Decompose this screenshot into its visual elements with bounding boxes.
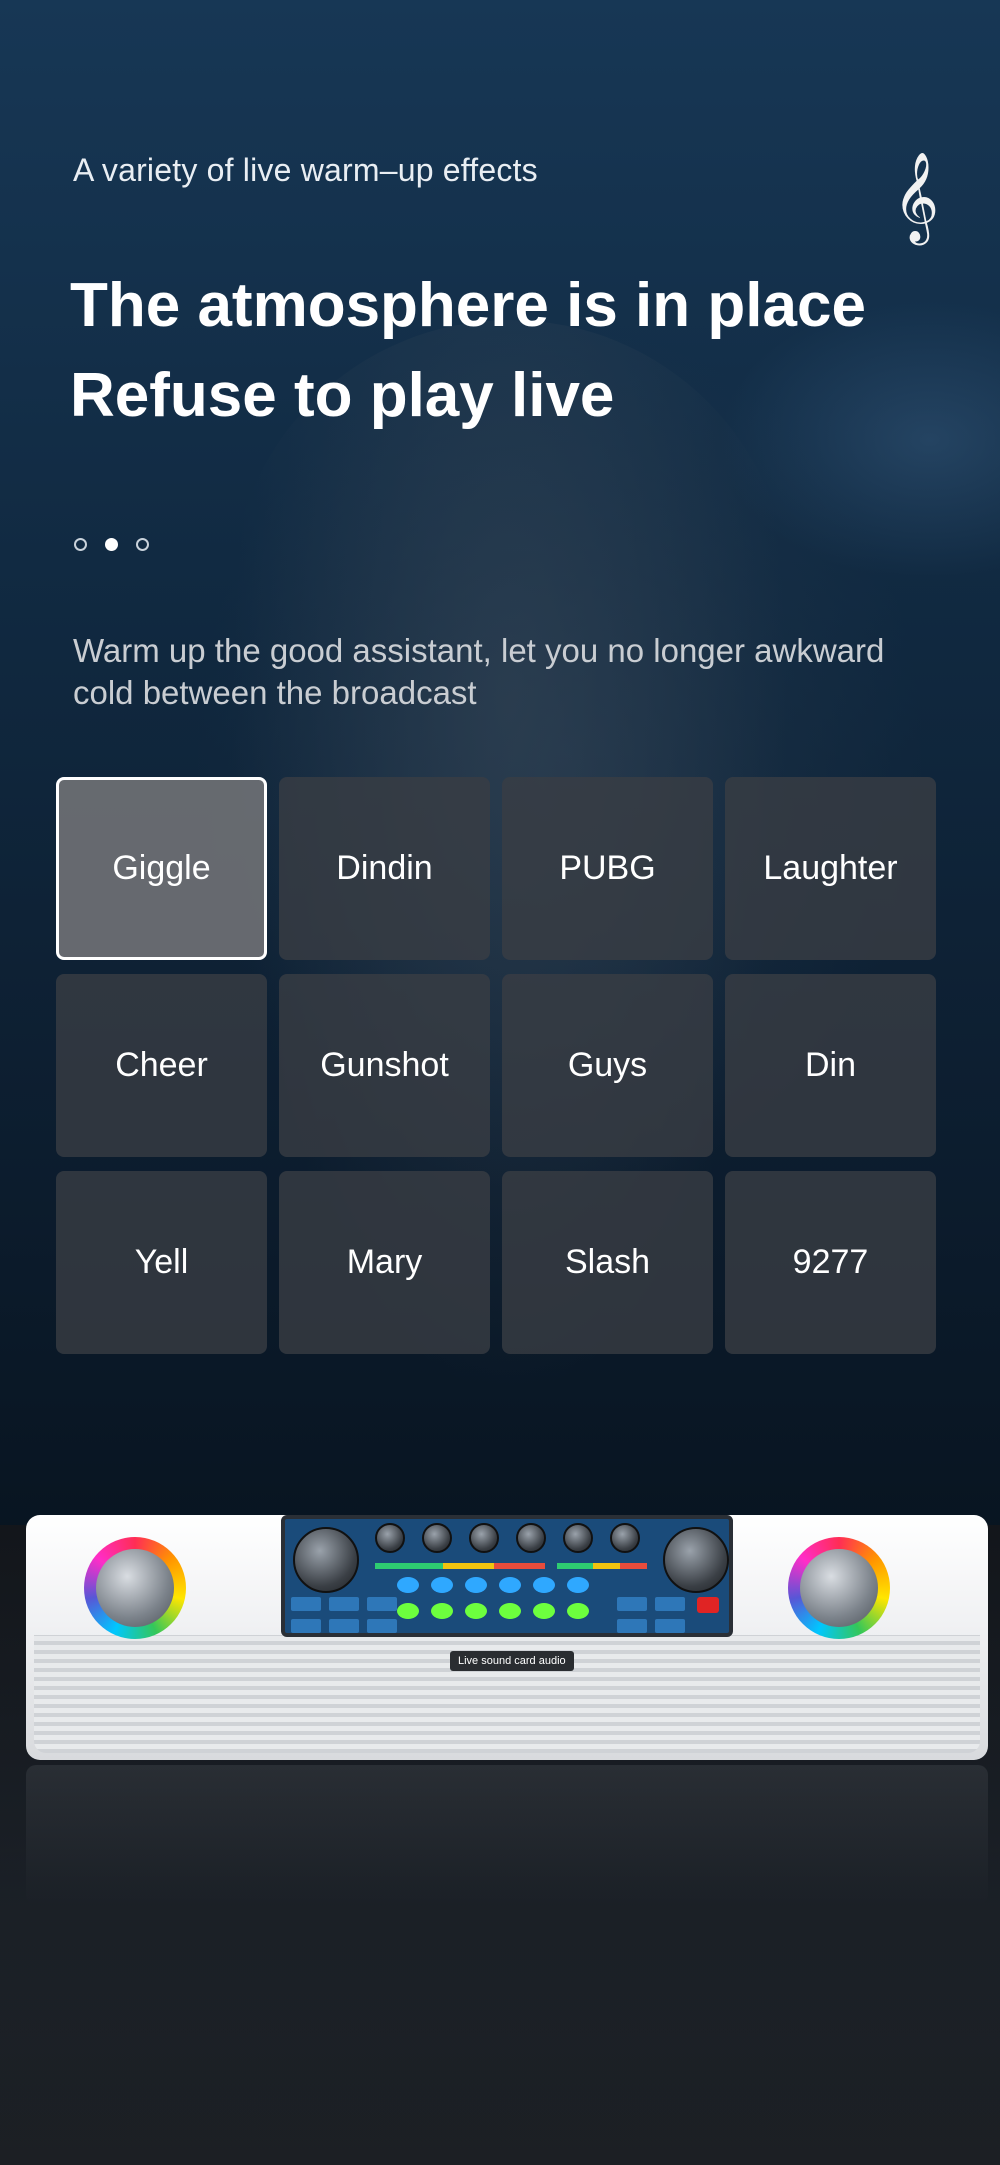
right-function-buttons (617, 1597, 685, 1633)
panel-button (431, 1577, 453, 1593)
mini-knob (469, 1523, 499, 1553)
carousel-dots (74, 538, 149, 551)
carousel-dot-1[interactable] (74, 538, 87, 551)
effect-label: Dindin (336, 849, 433, 887)
panel-button (291, 1619, 321, 1633)
device-reflection (26, 1765, 988, 1905)
headline-line-1: The atmosphere is in place (70, 271, 866, 340)
panel-button (465, 1603, 487, 1619)
control-panel (281, 1515, 733, 1637)
panel-button (499, 1603, 521, 1619)
effect-label: Giggle (112, 849, 211, 887)
speaker-cone (800, 1549, 878, 1627)
effect-pad-din[interactable]: Din (725, 974, 936, 1157)
volume-knob-right (663, 1527, 729, 1593)
panel-button (431, 1603, 453, 1619)
panel-button (533, 1603, 555, 1619)
effect-pad-cheer[interactable]: Cheer (56, 974, 267, 1157)
panel-button (567, 1577, 589, 1593)
mini-knob (375, 1523, 405, 1553)
level-meter-left (375, 1563, 545, 1569)
sound-effect-buttons (397, 1577, 607, 1619)
mini-knob (516, 1523, 546, 1553)
mini-knob (610, 1523, 640, 1553)
rgb-speaker-ring-left (84, 1537, 186, 1639)
effect-label: PUBG (559, 849, 656, 887)
effect-pad-gunshot[interactable]: Gunshot (279, 974, 490, 1157)
panel-button (397, 1603, 419, 1619)
description: Warm up the good assistant, let you no l… (73, 632, 885, 711)
sound-card-speaker-image: Live sound card audio (26, 1515, 988, 1760)
effect-label: Cheer (115, 1046, 208, 1084)
panel-button (367, 1619, 397, 1633)
effect-label: Yell (134, 1243, 189, 1281)
mini-knob (563, 1523, 593, 1553)
panel-button (329, 1597, 359, 1611)
effect-pad-dindin[interactable]: Dindin (279, 777, 490, 960)
effect-pad-9277[interactable]: 9277 (725, 1171, 936, 1354)
panel-button (329, 1619, 359, 1633)
speaker-cone (96, 1549, 174, 1627)
effect-label: Mary (346, 1243, 423, 1281)
effect-pad-guys[interactable]: Guys (502, 974, 713, 1157)
carousel-dot-3[interactable] (136, 538, 149, 551)
effect-label: Din (804, 1046, 857, 1084)
mini-knob (422, 1523, 452, 1553)
panel-button (655, 1597, 685, 1611)
power-icon (697, 1597, 719, 1613)
panel-button (533, 1577, 555, 1593)
volume-knob-left (293, 1527, 359, 1593)
level-meter-right (557, 1563, 647, 1569)
panel-button (617, 1619, 647, 1633)
effect-label: Guys (567, 1046, 648, 1084)
effects-grid: Giggle Dindin PUBG Laughter Cheer Gunsho… (56, 777, 936, 1354)
effect-pad-mary[interactable]: Mary (279, 1171, 490, 1354)
effect-pad-giggle[interactable]: Giggle (56, 777, 267, 960)
panel-button (465, 1577, 487, 1593)
treble-clef-icon: 𝄞 (893, 152, 940, 242)
panel-button (397, 1577, 419, 1593)
effect-pad-pubg[interactable]: PUBG (502, 777, 713, 960)
effect-pad-yell[interactable]: Yell (56, 1171, 267, 1354)
effect-pad-laughter[interactable]: Laughter (725, 777, 936, 960)
subtitle: A variety of live warm–up effects (73, 152, 538, 188)
effect-label: Laughter (763, 849, 898, 887)
effect-pad-slash[interactable]: Slash (502, 1171, 713, 1354)
carousel-dot-2[interactable] (105, 538, 118, 551)
panel-button (291, 1597, 321, 1611)
effect-label: Slash (564, 1243, 651, 1281)
rgb-speaker-ring-right (788, 1537, 890, 1639)
headline-line-2: Refuse to play live (70, 361, 615, 430)
panel-button (367, 1597, 397, 1611)
panel-button (617, 1597, 647, 1611)
panel-button (655, 1619, 685, 1633)
left-function-buttons (291, 1597, 397, 1633)
effect-label: Gunshot (320, 1046, 449, 1084)
device-badge: Live sound card audio (450, 1651, 574, 1671)
effect-label: 9277 (792, 1243, 869, 1281)
panel-button (499, 1577, 521, 1593)
panel-button (567, 1603, 589, 1619)
